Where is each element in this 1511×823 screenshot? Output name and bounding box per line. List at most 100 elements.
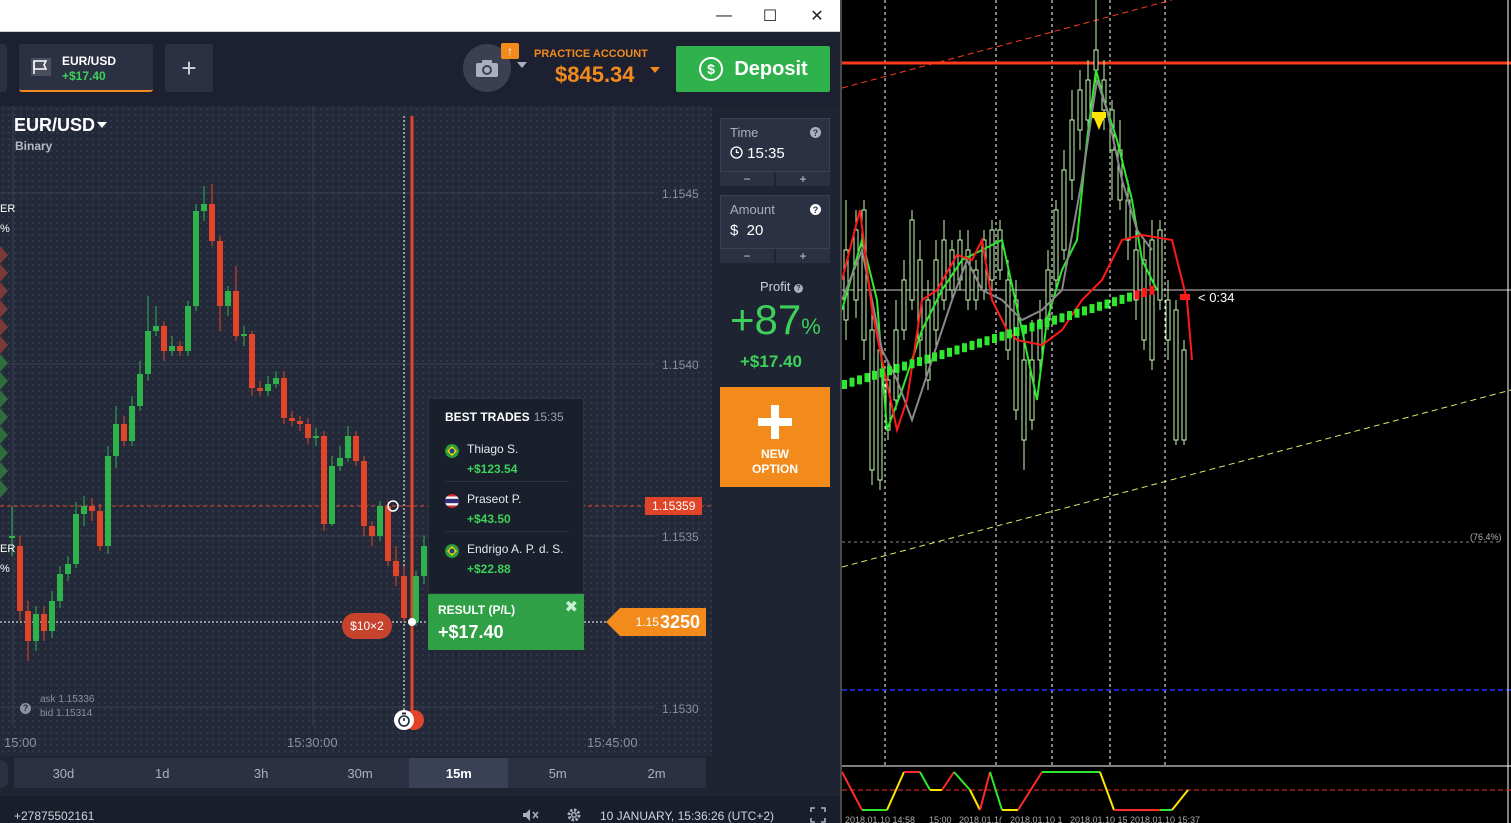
candle-body (321, 436, 327, 524)
oscillator-segment (919, 771, 931, 791)
time-label: 2018.01.10 15 (1070, 815, 1128, 823)
strike-price-tag: 1.15359 (645, 497, 703, 515)
mt-candle-body (1053, 209, 1059, 281)
timeframe-1d[interactable]: 1d (113, 758, 212, 788)
candle-body (249, 334, 255, 388)
asset-tab-pl: +$17.40 (62, 69, 106, 83)
amount-field[interactable]: Amount ? $ 20 (720, 195, 830, 249)
close-window-button[interactable]: ✕ (794, 0, 840, 32)
oscillator-segment (953, 771, 971, 791)
time-label: Time (730, 125, 759, 140)
mt-candle-body (1165, 299, 1171, 341)
trend-dot (1052, 315, 1057, 325)
new-option-button[interactable]: NEW OPTION (720, 387, 830, 487)
candle-body (233, 291, 239, 336)
candle-body (193, 211, 199, 306)
metatrader-chart[interactable]: < 0:34 (76.4%) 2018.01.10 14:58 15:00 20… (840, 0, 1511, 823)
candle-body (413, 576, 419, 622)
trend-dot (1112, 297, 1117, 307)
thailand-flag-icon (445, 494, 459, 508)
close-icon[interactable]: ✖ (565, 597, 578, 617)
strength-indicator (0, 462, 8, 480)
candle-body (33, 614, 39, 641)
mute-icon[interactable] (522, 808, 540, 822)
candle-body (421, 546, 427, 576)
time-increase-button[interactable]: + (776, 172, 830, 186)
trend-dot (1142, 288, 1147, 297)
mt-candle-body (1005, 279, 1011, 351)
help-icon[interactable]: ? (810, 204, 821, 215)
bet-badge[interactable]: $10×2 (342, 613, 392, 639)
fullscreen-icon[interactable] (810, 807, 826, 823)
timeframe-left-stub[interactable] (0, 760, 8, 788)
help-icon[interactable]: ? (810, 127, 821, 138)
candle-body (89, 506, 95, 511)
price-chart[interactable]: EUR/USD Binary ER % ER % 1.1545 1.1540 1… (0, 106, 712, 756)
timeframe-3h[interactable]: 3h (212, 758, 311, 788)
candle-body (353, 436, 359, 461)
brazil-flag-icon (445, 544, 459, 558)
trend-dot (999, 331, 1005, 341)
trend-dot (1007, 329, 1012, 339)
timeframe-30m[interactable]: 30m (311, 758, 410, 788)
chevron-down-icon[interactable] (517, 62, 527, 68)
time-field[interactable]: Time ? 15:35 (720, 118, 830, 172)
strength-indicator (0, 444, 8, 462)
timeframe-30d[interactable]: 30d (14, 758, 113, 788)
y-tick: 1.1530 (662, 702, 699, 716)
mt-candle-body (1077, 89, 1083, 131)
notification-badge[interactable]: ↑ (501, 43, 519, 59)
candle-body (105, 456, 111, 546)
maximize-button[interactable]: ☐ (747, 0, 793, 32)
cut-label: ER (0, 543, 16, 555)
amount-value[interactable]: $ 20 (730, 222, 763, 239)
candle-body (313, 436, 319, 438)
trader-amount: +$123.54 (467, 462, 518, 476)
gear-icon[interactable] (566, 807, 582, 823)
time-label: 2018.01.1( (959, 815, 1003, 823)
asset-title[interactable]: EUR/USD (14, 115, 95, 136)
account-balance[interactable]: $845.34 (555, 62, 635, 88)
upper-channel-line (842, 0, 1173, 89)
amount-decrease-button[interactable]: − (720, 249, 774, 263)
svg-text:$: $ (707, 61, 715, 77)
minimize-button[interactable]: — (701, 0, 747, 32)
trend-dot (1059, 313, 1065, 323)
timeframe-5m[interactable]: 5m (508, 758, 607, 788)
strength-indicator (0, 336, 8, 354)
amount-increase-button[interactable]: + (776, 249, 830, 263)
candle-body (65, 564, 71, 574)
candle-body (185, 306, 191, 351)
support-phone[interactable]: +27875502161 (14, 809, 94, 823)
sell-arrow-icon (1092, 112, 1106, 118)
time-stepper: − + (720, 172, 830, 186)
cut-label: % (0, 563, 10, 575)
candle-body (145, 331, 151, 374)
account-chevron-down-icon[interactable] (650, 67, 660, 73)
current-price-tag: 1.15 3250 (606, 608, 706, 636)
x-tick: 15:45:00 (587, 735, 638, 750)
asset-tab-eurusd[interactable]: EUR/USD +$17.40 (19, 44, 153, 92)
footer-bar: +27875502161 10 JANUARY, 15:36:26 (UTC+2… (0, 796, 840, 823)
timeframe-2m[interactable]: 2m (607, 758, 706, 788)
add-asset-button[interactable]: + (165, 44, 213, 92)
candle-body (73, 514, 79, 564)
help-icon[interactable]: ? (793, 284, 803, 293)
deposit-button[interactable]: $ Deposit (676, 46, 830, 92)
strength-indicator (0, 408, 8, 426)
mt-candle-body (1069, 119, 1075, 181)
best-trades-time: 15:35 (533, 410, 564, 424)
expiry-timer-icon (394, 710, 424, 730)
asset-chevron-down-icon[interactable] (97, 122, 107, 128)
trading-app: — ☐ ✕ EUR/USD +$17.40 + ↑ PRACTICE ACCOU… (0, 0, 840, 823)
clock-date: 10 JANUARY, 15:36:26 (600, 809, 725, 823)
previous-tab-stub[interactable] (0, 44, 7, 92)
candle-body (9, 536, 15, 538)
help-icon[interactable]: ? (20, 703, 31, 714)
candle-body (225, 291, 231, 306)
mt-candle-body (1181, 349, 1187, 441)
time-decrease-button[interactable]: − (720, 172, 774, 186)
timeframe-15m[interactable]: 15m (409, 758, 509, 788)
trend-dot (872, 370, 877, 380)
candle-body (265, 384, 271, 391)
